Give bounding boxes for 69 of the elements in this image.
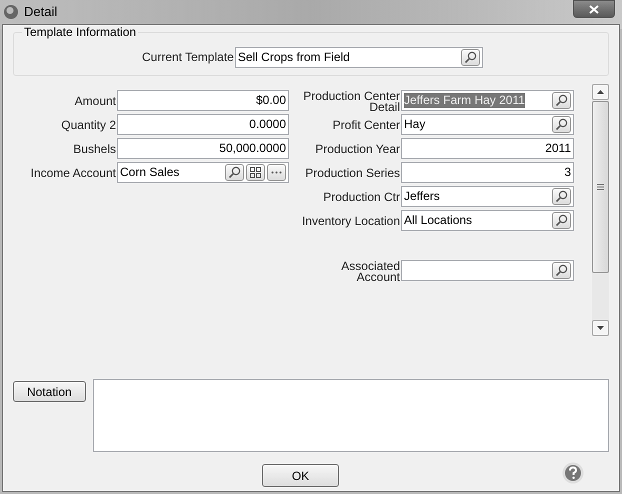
- input-field[interactable]: [401, 260, 574, 281]
- grip-icon: [597, 184, 604, 190]
- field-value: Corn Sales: [120, 165, 180, 180]
- notation-field[interactable]: [92, 379, 609, 452]
- down-arrow-icon: [597, 326, 604, 330]
- field-label: Amount: [74, 94, 117, 107]
- field-label: Income Account: [30, 166, 117, 179]
- up-arrow-icon: [597, 90, 604, 94]
- search-button[interactable]: [552, 116, 571, 133]
- search-button[interactable]: [552, 92, 571, 109]
- search-button[interactable]: [552, 212, 571, 229]
- input-field[interactable]: 2011: [401, 138, 574, 159]
- more-button[interactable]: [267, 164, 286, 181]
- search-button[interactable]: [552, 262, 571, 279]
- search-icon: [555, 214, 568, 227]
- scroll-down-button[interactable]: [592, 320, 609, 336]
- field-label: Production Series: [305, 166, 401, 179]
- search-button[interactable]: [552, 188, 571, 205]
- input-field[interactable]: Corn Sales: [117, 162, 289, 183]
- field-value: 3: [564, 165, 571, 180]
- field-label: Quantity 2: [61, 118, 117, 131]
- close-button[interactable]: [573, 0, 615, 18]
- app-icon: [3, 4, 19, 20]
- field-value: Jeffers: [404, 189, 440, 204]
- field-label: Production Ctr: [323, 190, 401, 203]
- search-icon: [555, 118, 568, 131]
- input-field[interactable]: 50,000.0000: [117, 138, 289, 159]
- scroll-thumb[interactable]: [592, 101, 609, 273]
- field-value: Jeffers Farm Hay 2011: [404, 93, 525, 108]
- field-label: Production Center Detail: [302, 88, 401, 112]
- field-value: All Locations: [404, 213, 472, 228]
- field-label: Bushels: [73, 142, 117, 155]
- input-field[interactable]: Jeffers Farm Hay 2011: [401, 90, 574, 111]
- input-field[interactable]: Sell Crops from Field: [234, 46, 483, 68]
- scrollbar[interactable]: [592, 84, 609, 336]
- notation-button[interactable]: Notation: [13, 381, 86, 402]
- ellipsis-icon: [271, 171, 282, 174]
- field-label: Inventory Location: [302, 214, 401, 227]
- field-label: Production Year: [315, 142, 401, 155]
- field-value: Hay: [404, 117, 426, 132]
- scroll-up-button[interactable]: [592, 84, 609, 100]
- search-button[interactable]: [225, 164, 244, 181]
- field-label: Associated Account: [340, 258, 401, 282]
- input-field[interactable]: Hay: [401, 114, 574, 135]
- window-title: Detail: [24, 3, 58, 21]
- field-value: 50,000.0000: [219, 141, 286, 156]
- input-field[interactable]: $0.00: [117, 90, 289, 111]
- search-icon: [555, 264, 568, 277]
- input-field[interactable]: Jeffers: [401, 186, 574, 207]
- search-icon: [464, 50, 477, 64]
- field-label: Profit Center: [332, 118, 401, 131]
- search-icon: [555, 94, 568, 107]
- input-field[interactable]: All Locations: [401, 210, 574, 231]
- help-icon[interactable]: [562, 462, 584, 484]
- field-value: 2011: [545, 141, 571, 156]
- search-icon: [555, 190, 568, 203]
- group-legend: Template Information: [22, 25, 138, 39]
- field-label: Current Template: [142, 49, 235, 66]
- input-field[interactable]: 3: [401, 162, 574, 183]
- field-value: Sell Crops from Field: [238, 50, 350, 64]
- ok-button[interactable]: OK: [262, 464, 339, 487]
- search-button[interactable]: [460, 48, 480, 66]
- field-value: 0.0000: [249, 117, 286, 132]
- search-icon: [228, 166, 241, 179]
- field-value: $0.00: [256, 93, 286, 108]
- close-icon: [589, 4, 599, 14]
- input-field[interactable]: 0.0000: [117, 114, 289, 135]
- grid-icon: [250, 167, 261, 178]
- grid-button[interactable]: [246, 164, 265, 181]
